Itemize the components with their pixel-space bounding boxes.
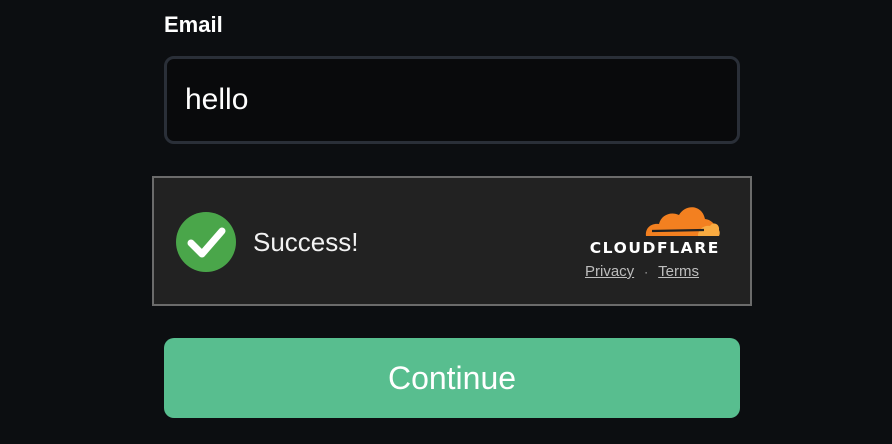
cloudflare-cloud-icon xyxy=(645,207,720,236)
turnstile-widget: Success! CLOUDFLARE Privacy · Terms xyxy=(152,176,752,306)
terms-link[interactable]: Terms xyxy=(658,262,699,282)
continue-button[interactable]: Continue xyxy=(164,338,740,418)
cloudflare-links: Privacy · Terms xyxy=(574,262,710,282)
success-message: Success! xyxy=(253,227,359,257)
cloudflare-logo: CLOUDFLARE xyxy=(564,198,720,258)
email-label: Email xyxy=(164,12,223,37)
link-separator: · xyxy=(644,265,649,279)
success-check-icon xyxy=(176,212,236,272)
cloudflare-wordmark: CLOUDFLARE xyxy=(589,239,720,257)
privacy-link[interactable]: Privacy xyxy=(585,262,634,282)
email-field[interactable] xyxy=(164,56,740,144)
